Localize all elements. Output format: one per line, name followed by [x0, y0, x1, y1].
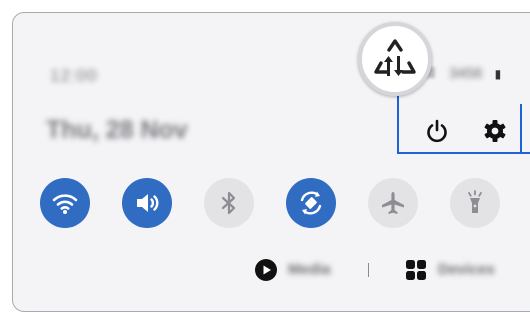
play-icon — [255, 259, 277, 281]
clock-time: 12:00 — [50, 66, 98, 85]
callout-line — [397, 96, 399, 154]
callout-line — [397, 152, 530, 154]
bluetooth-icon — [221, 191, 236, 215]
volume-icon — [137, 194, 159, 212]
power-icon — [427, 119, 447, 143]
auto-rotate-toggle[interactable] — [286, 178, 336, 228]
sound-toggle[interactable] — [122, 178, 172, 228]
rotate-icon — [300, 191, 322, 215]
bluetooth-toggle[interactable] — [204, 178, 254, 228]
flashlight-icon — [468, 190, 482, 213]
status-indicators: ıll 3456 ▮ — [424, 65, 501, 82]
devices-label: Devices — [438, 261, 495, 278]
media-label: Media — [288, 261, 331, 278]
bottom-divider — [368, 263, 369, 277]
date-label: Thu, 28 Nov — [46, 116, 188, 144]
data-saver-callout — [358, 22, 432, 96]
data-saver-icon — [374, 39, 416, 76]
flashlight-toggle[interactable] — [450, 178, 500, 228]
wifi-icon — [52, 194, 78, 214]
airplane-mode-toggle[interactable] — [368, 178, 418, 228]
wifi-toggle[interactable] — [40, 178, 90, 228]
callout-line — [520, 104, 522, 154]
battery-icon: ▮ — [494, 67, 502, 81]
airplane-icon — [382, 192, 404, 214]
settings-button[interactable] — [478, 114, 512, 148]
gear-icon — [484, 120, 506, 142]
devices-icon — [406, 260, 426, 280]
carrier-label: 3456 — [449, 65, 483, 82]
power-button[interactable] — [420, 114, 454, 148]
